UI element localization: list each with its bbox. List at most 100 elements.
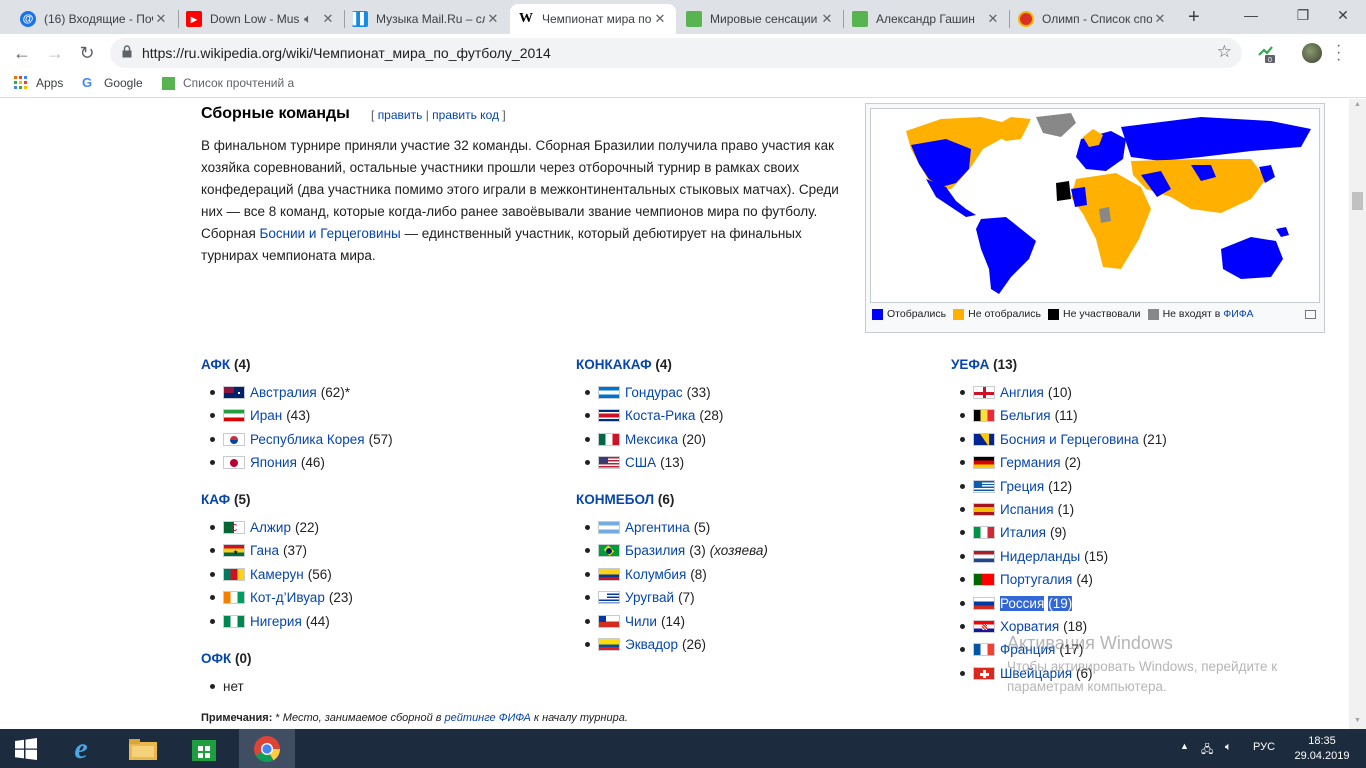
close-icon[interactable]: ✕ [485,11,501,27]
forward-button[interactable]: → [42,40,68,66]
team-costarica[interactable]: Коста-Рика (28) [585,408,723,423]
team-ivory[interactable]: Кот-д’Ивуар (23) [210,590,353,605]
confederation-link[interactable]: УЕФА [951,357,989,372]
team-name-link[interactable]: Англия [1000,385,1044,400]
tab-sensations[interactable]: Мировые сенсации ✕ [678,4,843,34]
team-italy[interactable]: Италия (9) [960,525,1066,540]
tab-wikipedia[interactable]: W Чемпионат мира по футболу ✕ [510,4,676,34]
fifa-ranking-link[interactable]: рейтинге ФИФА [445,712,531,724]
team-usa[interactable]: США (13) [585,455,684,470]
team-name-link[interactable]: Япония [250,455,297,470]
bookmark-reading-list[interactable]: Список прочтений а [162,76,294,90]
team-name-link[interactable]: Коста-Рика [625,408,695,423]
speaker-icon[interactable]: 🔈︎ [300,11,316,27]
world-map-image[interactable] [870,108,1320,303]
tab-mail[interactable]: @ (16) Входящие - Почта ✕ [12,4,177,34]
profile-avatar[interactable] [1302,43,1322,63]
team-ecuador[interactable]: Эквадор (26) [585,637,706,652]
team-name-link[interactable]: Босния и Герцеговина [1000,432,1139,447]
close-icon[interactable]: ✕ [1152,11,1168,27]
bookmark-google[interactable]: G Google [82,76,143,91]
confederation-link[interactable]: КОНКАКАФ [576,357,652,372]
team-name-link[interactable]: Камерун [250,567,304,582]
tab-olimp[interactable]: Олимп - Список спортивных ✕ [1010,4,1176,34]
team-name-link[interactable]: Гондурас [625,385,683,400]
scroll-up-arrow[interactable]: ▲ [1352,101,1363,108]
team-name-link[interactable]: Греция [1000,479,1044,494]
team-name-link[interactable]: Бельгия [1000,408,1051,423]
team-name-link[interactable]: Кот-д’Ивуар [250,590,325,605]
team-name-link[interactable]: Колумбия [625,567,686,582]
team-name-link[interactable]: Иран [250,408,282,423]
store-button[interactable] [178,729,230,768]
fifa-link[interactable]: ФИФА [1223,308,1253,320]
team-belgium[interactable]: Бельгия (11) [960,408,1078,423]
team-chile[interactable]: Чили (14) [585,614,685,629]
close-icon[interactable]: ✕ [153,11,169,27]
bosnia-link[interactable]: Боснии и Герцеговины [260,226,401,241]
team-iran[interactable]: Иран (43) [210,408,310,423]
team-name-link[interactable]: Хорватия [1000,619,1059,634]
tab-youtube[interactable]: ▶ Down Low - Music 🔈︎ ✕ [178,4,344,34]
team-england[interactable]: Англия (10) [960,385,1072,400]
team-name-link[interactable]: США [625,455,656,470]
reload-button[interactable]: ↻ [74,40,100,66]
bookmark-star-icon[interactable]: ☆ [1217,42,1232,62]
edit-code-link[interactable]: править код [432,108,499,122]
volume-icon[interactable]: 🔈︎ [1225,741,1232,754]
team-argentina[interactable]: Аргентина (5) [585,520,710,535]
team-algeria[interactable]: Алжир (22) [210,520,319,535]
team-name-link[interactable]: Гана [250,543,279,558]
team-name-link[interactable]: Чили [625,614,657,629]
enlarge-icon[interactable] [1305,310,1316,319]
team-australia[interactable]: Австралия (62)* [210,385,350,400]
network-icon[interactable]: 🖧︎ [1201,741,1213,760]
address-bar[interactable]: https://ru.wikipedia.org/wiki/Чемпионат_… [110,38,1242,68]
window-close-button[interactable]: ✕ [1320,0,1366,30]
tab-mailru-music[interactable]: ▌▌ Музыка Mail.Ru – слушать ✕ [344,4,509,34]
team-name-link[interactable]: Австралия [250,385,317,400]
team-name-link[interactable]: Аргентина [625,520,690,535]
team-portugal[interactable]: Португалия (4) [960,572,1093,587]
team-germany[interactable]: Германия (2) [960,455,1081,470]
team-name-link[interactable]: Италия [1000,525,1046,540]
close-icon[interactable]: ✕ [985,11,1001,27]
start-button[interactable] [0,729,52,768]
team-cameroon[interactable]: Камерун (56) [210,567,332,582]
team-colombia[interactable]: Колумбия (8) [585,567,707,582]
new-tab-button[interactable]: + [1188,6,1200,29]
language-indicator[interactable]: РУС [1253,741,1275,753]
chrome-taskbar-button[interactable] [239,729,295,768]
back-button[interactable]: ← [9,40,35,66]
team-name-link[interactable]: Бразилия [625,543,685,558]
team-croatia[interactable]: Хорватия (18) [960,619,1087,634]
extension-icon[interactable]: 0 [1256,43,1276,63]
confederation-link[interactable]: КОНМЕБОЛ [576,492,654,507]
team-japan[interactable]: Япония (46) [210,455,325,470]
team-name-link[interactable]: Алжир [250,520,291,535]
tab-gashin[interactable]: Александр Гашин ✕ [844,4,1009,34]
internet-explorer-button[interactable]: e [55,729,107,768]
team-name-link[interactable]: Республика Корея [250,432,365,447]
team-korea[interactable]: Республика Корея (57) [210,432,393,447]
close-icon[interactable]: ✕ [320,11,336,27]
team-greece[interactable]: Греция (12) [960,479,1072,494]
team-nigeria[interactable]: Нигерия (44) [210,614,330,629]
close-icon[interactable]: ✕ [652,11,668,27]
team-name-link[interactable]: Мексика [625,432,678,447]
team-brazil[interactable]: Бразилия (3) (хозяева) [585,543,768,558]
team-netherlands[interactable]: Нидерланды (15) [960,549,1108,564]
confederation-link[interactable]: АФК [201,357,230,372]
team-name-link[interactable]: Россия [1000,595,1045,611]
team-mexico[interactable]: Мексика (20) [585,432,706,447]
system-clock[interactable]: 18:35 29.04.2019 [1292,734,1352,764]
file-explorer-button[interactable] [117,729,169,768]
team-uruguay[interactable]: Уругвай (7) [585,590,695,605]
team-spain[interactable]: Испания (1) [960,502,1074,517]
team-name-link[interactable]: Уругвай [625,590,674,605]
team-name-link[interactable]: Португалия [1000,572,1072,587]
team-name-link[interactable]: Испания [1000,502,1054,517]
team-bosnia[interactable]: Босния и Герцеговина (21) [960,432,1167,447]
team-name-link[interactable]: Нидерланды [1000,549,1080,564]
team-honduras[interactable]: Гондурас (33) [585,385,711,400]
